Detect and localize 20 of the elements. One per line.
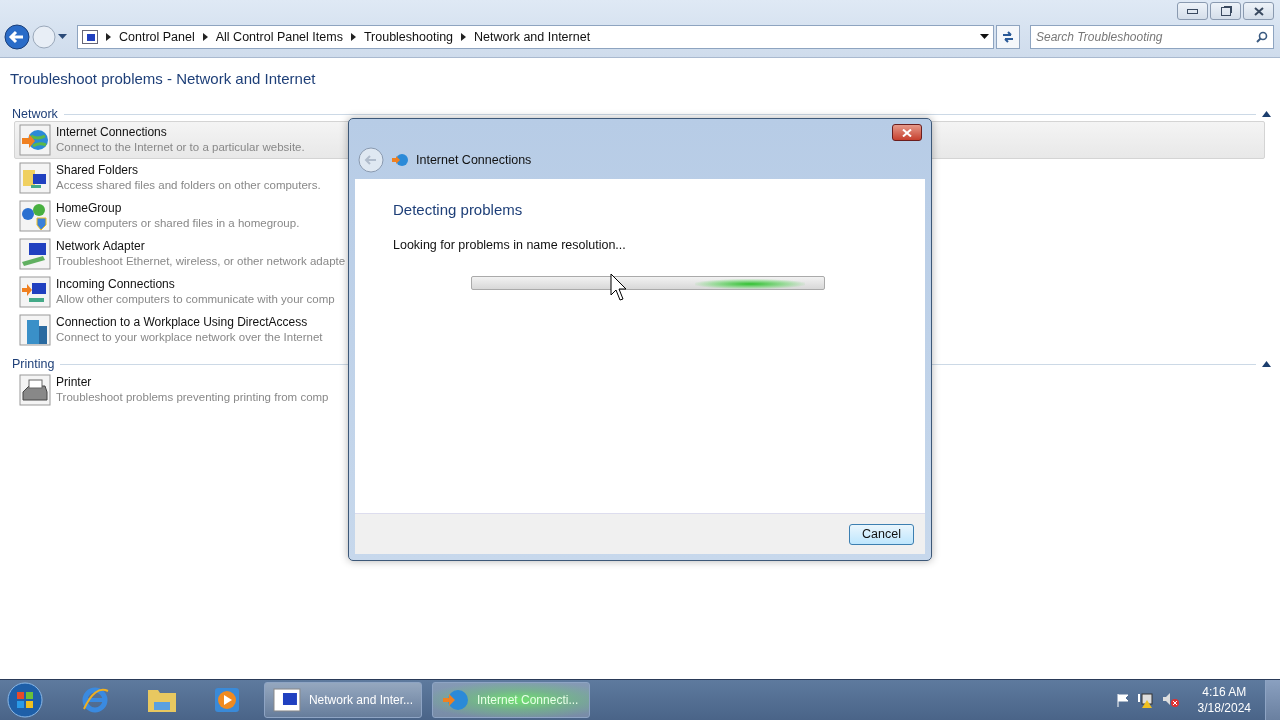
item-description: Access shared files and folders on other computers. xyxy=(56,178,321,193)
item-name: Connection to a Workplace Using DirectAccess xyxy=(56,315,309,330)
page-title: Troubleshoot problems - Network and Internet xyxy=(10,70,317,87)
item-description: Connect to your workplace network over the Internet xyxy=(56,330,323,345)
item-description: Troubleshoot Ethernet, wireless, or other network adapte xyxy=(56,254,346,269)
item-description: Allow other computers to communicate with your comp xyxy=(56,292,335,307)
item-name: Network Adapter xyxy=(56,239,146,254)
item-description: View computers or shared files in a homegroup. xyxy=(56,216,300,231)
section-title: Printing xyxy=(12,357,55,371)
item-name: Shared Folders xyxy=(56,163,140,178)
section-title: Network xyxy=(12,107,58,121)
item-description: Connect to the Internet or to a particular website. xyxy=(56,140,305,155)
dialog-heading: Detecting problems xyxy=(393,201,524,218)
dialog-title: Internet Connections xyxy=(416,153,532,167)
item-name: HomeGroup xyxy=(56,201,123,216)
item-name: Printer xyxy=(56,375,93,390)
item-description: Troubleshoot problems preventing printing from comp xyxy=(56,390,329,405)
item-name: Internet Connections xyxy=(56,125,168,140)
status-text: Looking for problems in name resolution... xyxy=(393,238,627,252)
item-name: Incoming Connections xyxy=(56,277,176,292)
